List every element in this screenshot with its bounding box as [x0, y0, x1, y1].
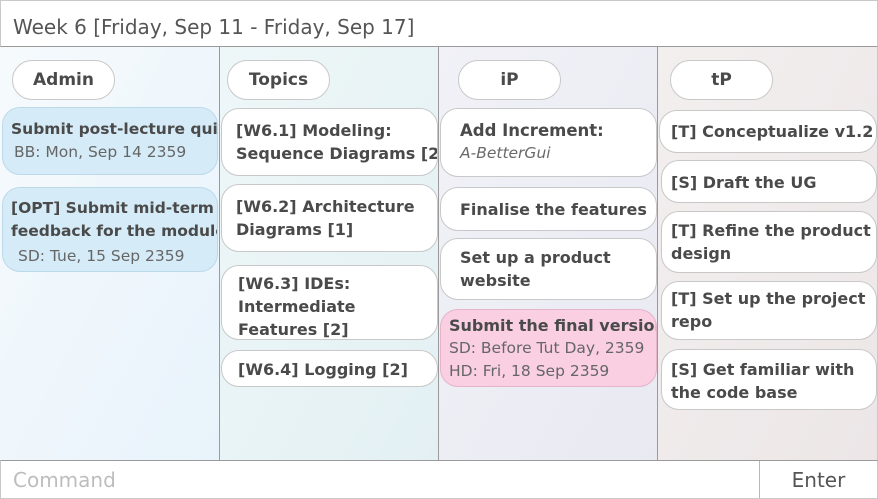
card-line1: [W6.4] Logging [2] [238, 360, 408, 379]
card-deadline: BB: Mon, Sep 14 2359 [14, 143, 187, 161]
column-header-ip: iP [458, 60, 561, 100]
ip-card-submit-final[interactable]: Submit the final version SD: Before Tut … [440, 309, 657, 387]
column-header-admin: Admin [12, 60, 115, 100]
card-line2: website [460, 271, 531, 290]
card-line1: [W6.2] Architecture [236, 197, 415, 216]
card-title: Add Increment: [460, 121, 604, 140]
card-line1: [T] Refine the product [671, 221, 871, 240]
title-bar: Week 6 [Friday, Sep 11 - Friday, Sep 17] [0, 0, 878, 47]
admin-card-quiz[interactable]: Submit post-lecture quiz BB: Mon, Sep 14… [2, 107, 218, 175]
ip-card-product-website[interactable]: Set up a product website [440, 238, 657, 300]
column-header-tp: tP [670, 60, 773, 100]
enter-button[interactable]: Enter [759, 461, 877, 498]
card-line1: [S] Draft the UG [671, 173, 817, 192]
card-deadline: SD: Tue, 15 Sep 2359 [18, 247, 185, 265]
card-line1: [T] Conceptualize v1.2 [671, 122, 874, 141]
topic-card-w6-1[interactable]: [W6.1] Modeling: Sequence Diagrams [2] [221, 108, 438, 176]
card-line2: design [671, 244, 732, 263]
card-title: Submit the final version [449, 316, 657, 335]
card-line3: Features [2] [238, 320, 349, 339]
card-line1: Set up a product [460, 248, 611, 267]
card-line2: Intermediate [238, 297, 356, 316]
week-title: Week 6 [Friday, Sep 11 - Friday, Sep 17] [13, 15, 415, 39]
ip-card-add-increment[interactable]: Add Increment: A-BetterGui [440, 108, 657, 177]
board: Admin Submit post-lecture quiz BB: Mon, … [0, 47, 878, 460]
card-line2: repo [671, 312, 713, 331]
card-line1: [W6.1] Modeling: [236, 121, 392, 140]
tp-card-conceptualize[interactable]: [T] Conceptualize v1.2 [659, 110, 877, 153]
column-admin: Admin Submit post-lecture quiz BB: Mon, … [0, 47, 220, 460]
card-title-line2: feedback for the module [11, 222, 218, 240]
card-line2: Diagrams [1] [236, 220, 354, 239]
topic-card-w6-4[interactable]: [W6.4] Logging [2] [221, 350, 438, 387]
ip-card-finalise-features[interactable]: Finalise the features [440, 187, 657, 231]
tp-card-code-base[interactable]: [S] Get familiar with the code base [661, 349, 877, 410]
command-input[interactable] [1, 461, 759, 498]
column-topics: Topics [W6.1] Modeling: Sequence Diagram… [220, 47, 439, 460]
card-title: Submit post-lecture quiz [11, 120, 218, 138]
card-subtitle: A-BetterGui [460, 144, 551, 162]
column-tp: tP [T] Conceptualize v1.2 [S] Draft the … [658, 47, 878, 460]
card-hard-deadline: HD: Fri, 18 Sep 2359 [449, 362, 610, 380]
card-line2: Sequence Diagrams [2] [236, 144, 438, 163]
column-ip: iP Add Increment: A-BetterGui Finalise t… [439, 47, 658, 460]
topic-card-w6-2[interactable]: [W6.2] Architecture Diagrams [1] [221, 184, 438, 252]
card-title-line1: [OPT] Submit mid-term [11, 199, 214, 217]
card-title: Finalise the features [460, 200, 647, 219]
topic-card-w6-3[interactable]: [W6.3] IDEs: Intermediate Features [2] [221, 265, 438, 340]
tp-card-draft-ug[interactable]: [S] Draft the UG [661, 160, 877, 203]
card-line2: the code base [671, 383, 798, 402]
admin-card-feedback[interactable]: [OPT] Submit mid-term feedback for the m… [2, 187, 218, 272]
tp-card-setup-repo[interactable]: [T] Set up the project repo [661, 281, 877, 340]
card-line1: [S] Get familiar with [671, 360, 855, 379]
card-soft-deadline: SD: Before Tut Day, 2359 [449, 339, 645, 357]
command-bar: Enter [0, 460, 878, 499]
card-line1: [T] Set up the project [671, 289, 866, 308]
card-line1: [W6.3] IDEs: [238, 274, 351, 293]
tp-card-refine-design[interactable]: [T] Refine the product design [661, 211, 877, 273]
column-header-topics: Topics [227, 60, 330, 100]
